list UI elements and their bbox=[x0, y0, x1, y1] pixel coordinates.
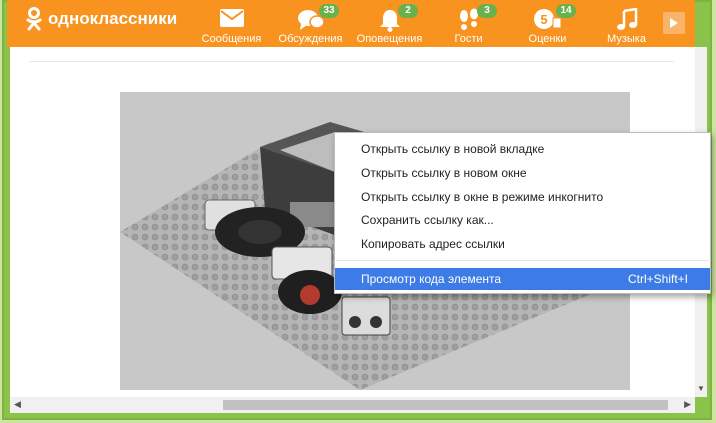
nav-label: Музыка bbox=[607, 33, 646, 45]
divider bbox=[29, 61, 674, 62]
menu-item-label: Открыть ссылку в новой вкладке bbox=[361, 142, 545, 156]
scroll-down-icon[interactable]: ▼ bbox=[697, 384, 705, 393]
nav-item-discussions[interactable]: 33 Обсуждения bbox=[271, 0, 350, 47]
play-icon bbox=[670, 18, 678, 28]
music-note-icon bbox=[587, 8, 666, 32]
svg-text:5: 5 bbox=[540, 12, 547, 27]
scroll-left-icon[interactable]: ◀ bbox=[14, 399, 21, 410]
menu-open-incognito[interactable]: Открыть ссылку в окне в режиме инкогнито bbox=[335, 186, 710, 208]
brand-name: одноклассники bbox=[48, 9, 178, 28]
menu-shortcut: Ctrl+Shift+I bbox=[627, 272, 688, 286]
nav-item-messages[interactable]: Сообщения bbox=[192, 0, 271, 47]
ok-logo-icon bbox=[26, 7, 42, 31]
horizontal-scroll-thumb[interactable] bbox=[223, 400, 668, 410]
brand-logo[interactable]: одноклассники bbox=[26, 7, 177, 31]
menu-item-label: Копировать адрес ссылки bbox=[361, 237, 505, 251]
notification-badge: 14 bbox=[556, 4, 576, 18]
nav-label: Сообщения bbox=[201, 33, 262, 45]
menu-item-label: Открыть ссылку в окне в режиме инкогнито bbox=[361, 190, 604, 204]
nav-label: Оценки bbox=[528, 33, 567, 45]
context-menu: Открыть ссылку в новой вкладке Открыть с… bbox=[334, 132, 711, 294]
menu-open-new-tab[interactable]: Открыть ссылку в новой вкладке bbox=[335, 138, 710, 160]
nav-item-guests[interactable]: 3 Гости bbox=[429, 0, 508, 47]
menu-inspect-element[interactable]: Просмотр кода элемента Ctrl+Shift+I bbox=[335, 268, 710, 290]
menu-save-link-as[interactable]: Сохранить ссылку как... bbox=[335, 209, 710, 231]
menu-item-label: Открыть ссылку в новом окне bbox=[361, 166, 527, 180]
menu-open-new-window[interactable]: Открыть ссылку в новом окне bbox=[335, 162, 710, 184]
top-navigation-bar: одноклассники Сообщения 33 Обсуждения 2 … bbox=[7, 0, 695, 47]
notification-badge: 2 bbox=[398, 4, 418, 18]
play-button[interactable] bbox=[663, 12, 685, 34]
nav-label: Обсуждения bbox=[278, 33, 343, 45]
nav-label: Гости bbox=[454, 33, 483, 45]
menu-divider bbox=[336, 260, 709, 261]
menu-item-label: Сохранить ссылку как... bbox=[361, 213, 494, 227]
notification-badge: 33 bbox=[319, 4, 339, 18]
notification-badge: 3 bbox=[477, 4, 497, 18]
nav-item-notifications[interactable]: 2 Оповещения bbox=[350, 0, 429, 47]
nav-item-music[interactable]: Музыка bbox=[587, 0, 666, 47]
nav-bar: Сообщения 33 Обсуждения 2 Оповещения 3 Г… bbox=[192, 0, 666, 47]
nav-item-ratings[interactable]: 5 14 Оценки bbox=[508, 0, 587, 47]
envelope-icon bbox=[192, 8, 271, 32]
scroll-right-icon[interactable]: ▶ bbox=[684, 399, 691, 410]
menu-item-label: Просмотр кода элемента bbox=[361, 272, 502, 286]
nav-label: Оповещения bbox=[356, 33, 423, 45]
menu-copy-link-address[interactable]: Копировать адрес ссылки bbox=[335, 233, 710, 255]
horizontal-scrollbar[interactable]: ◀ ▶ bbox=[10, 397, 695, 413]
